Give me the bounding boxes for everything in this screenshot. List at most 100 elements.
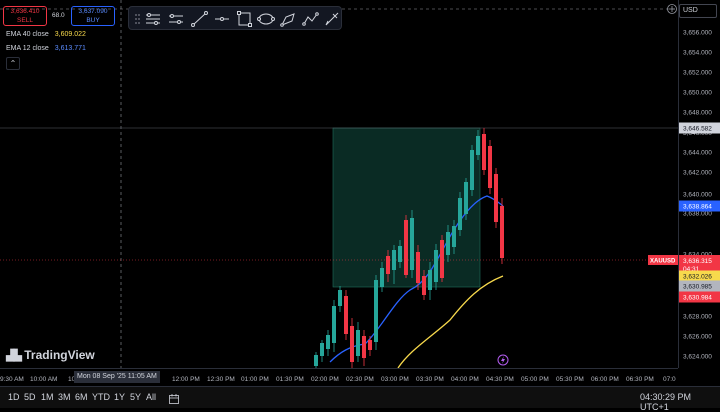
time-tick: 12:30 PM [207, 376, 235, 383]
timeframe-1d[interactable]: 1D [8, 392, 20, 402]
candle-body [452, 226, 456, 247]
rectangle-icon[interactable] [237, 11, 252, 27]
ema40-legend[interactable]: EMA 40 close 3,609.022 [6, 31, 86, 38]
ema12-legend-value: 3,613.771 [54, 45, 86, 52]
currency-selector[interactable]: USD [679, 4, 717, 18]
drawing-toolbar-icons [135, 11, 339, 27]
time-tick: 06:00 PM [591, 376, 619, 383]
ema40-line [397, 275, 504, 368]
chart-canvas[interactable]: XAUUSD 3,636.410 SELL 68.0 3,637.090 BUY… [0, 0, 678, 368]
time-tick: 03:00 PM [381, 376, 409, 383]
candle-body [458, 198, 462, 230]
candle-body [374, 280, 378, 342]
candle-body [314, 355, 318, 366]
timeframe-ytd[interactable]: YTD [92, 392, 110, 402]
tradingview-logo[interactable]: ▟▙ TradingView [6, 348, 95, 362]
time-tick: 10:00 AM [30, 376, 57, 383]
tv-icon: ▟▙ [6, 350, 22, 362]
time-tick: 04:30 PM [486, 376, 514, 383]
date-range-icon[interactable] [168, 392, 180, 404]
price-axis[interactable]: 3,656.000 3,654.000 3,652.000 3,650.000 3,64… [678, 0, 720, 368]
high-price-label: 3,646.582 [683, 126, 712, 133]
time-tick: 01:00 PM [241, 376, 269, 383]
timeframe-1m[interactable]: 1M [41, 392, 54, 402]
candle-body [344, 296, 348, 334]
price-tick: 3,642.000 [683, 170, 712, 177]
logo-text: TradingView [24, 348, 95, 362]
ema12-legend[interactable]: EMA 12 close 3,613.771 [6, 45, 86, 52]
drag-handle-icon[interactable] [135, 14, 140, 24]
price-tick: 3,628.000 [683, 314, 712, 321]
candle-body [422, 276, 426, 295]
ema40-price-label: 3,632.026 [683, 274, 712, 281]
candle-body [440, 240, 444, 278]
candle-body [494, 174, 498, 222]
price-tick: 3,624.000 [683, 354, 712, 361]
candle-body [362, 336, 366, 358]
ellipse-icon[interactable] [257, 13, 275, 25]
crosshair-time-tooltip: Mon 08 Sep '25 11:05 AM [74, 371, 160, 383]
time-tick: 07:0 [663, 376, 676, 383]
timeframe-5d[interactable]: 5D [24, 392, 36, 402]
ema12-legend-label: EMA 12 close [6, 45, 49, 52]
price-tick: 3,640.000 [683, 192, 712, 199]
candle-body [476, 136, 480, 155]
price-tick: 3,654.000 [683, 50, 712, 57]
utc-clock[interactable]: 04:30:29 PM UTC+1 [640, 392, 720, 412]
buy-button[interactable]: 3,637.090 BUY [71, 6, 115, 26]
candle-body [410, 218, 414, 270]
timeframe-5y[interactable]: 5Y [130, 392, 141, 402]
candle-body [482, 134, 486, 170]
candle-body [500, 206, 504, 258]
candle-body [368, 340, 372, 350]
sell-button[interactable]: 3,636.410 SELL [3, 6, 47, 26]
candle-body [398, 246, 402, 262]
parallel-lines-icon[interactable] [169, 14, 183, 24]
horizontal-lines-icon[interactable] [146, 13, 160, 25]
chart-svg: XAUUSD [0, 0, 678, 368]
time-tick: 04:00 PM [451, 376, 479, 383]
time-tick: 05:00 PM [521, 376, 549, 383]
candle-body [434, 250, 438, 282]
drawing-toolbar [128, 6, 342, 30]
buy-price: 3,637.090 [78, 8, 108, 15]
collapse-legend-button[interactable]: ⌃ [6, 57, 20, 70]
time-tick: 01:30 PM [276, 376, 304, 383]
timeframe-6m[interactable]: 6M [75, 392, 88, 402]
timeframe-1y[interactable]: 1Y [114, 392, 125, 402]
candle-body [338, 290, 342, 306]
candle-body [488, 146, 492, 188]
ema40-legend-value: 3,609.022 [54, 31, 86, 38]
crosshair-plus-icon[interactable] [666, 3, 678, 15]
candle-body [356, 330, 360, 356]
candle-body [446, 232, 450, 255]
price-tick: 3,650.000 [683, 90, 712, 97]
time-tick: 02:00 PM [311, 376, 339, 383]
price-tick: 3,648.000 [683, 110, 712, 117]
candle-body [320, 343, 324, 356]
brush-icon[interactable] [280, 13, 295, 27]
lightning-icon[interactable] [497, 354, 509, 366]
timeframe-all[interactable]: All [146, 392, 156, 402]
candle-body [392, 250, 396, 270]
bottom-bar: 1D 5D 1M 3M 6M YTD 1Y 5Y All 04:30:29 PM UTC+1 [0, 386, 720, 412]
symbol-tag: XAUUSD [650, 259, 676, 265]
red-level-label: 3,630.984 [683, 295, 712, 302]
candle-body [380, 268, 384, 287]
ema40-legend-label: EMA 40 close [6, 31, 49, 38]
path-icon[interactable] [302, 12, 319, 26]
buy-label: BUY [86, 17, 100, 24]
candle-body [326, 335, 330, 349]
pen-icon[interactable] [325, 12, 339, 26]
price-tick: 3,638.000 [683, 211, 712, 218]
current-price-label: 3,636.315 [683, 258, 712, 265]
chevron-up-icon: ⌃ [9, 59, 17, 68]
timeframe-3m[interactable]: 3M [58, 392, 71, 402]
time-tick: 05:30 PM [556, 376, 584, 383]
trend-line-icon[interactable] [191, 11, 208, 27]
price-tick: 3,652.000 [683, 70, 712, 77]
horizontal-ray-icon[interactable] [215, 17, 229, 21]
price-tick: 3,644.000 [683, 150, 712, 157]
candle-body [404, 220, 408, 275]
candle-body [470, 150, 474, 190]
